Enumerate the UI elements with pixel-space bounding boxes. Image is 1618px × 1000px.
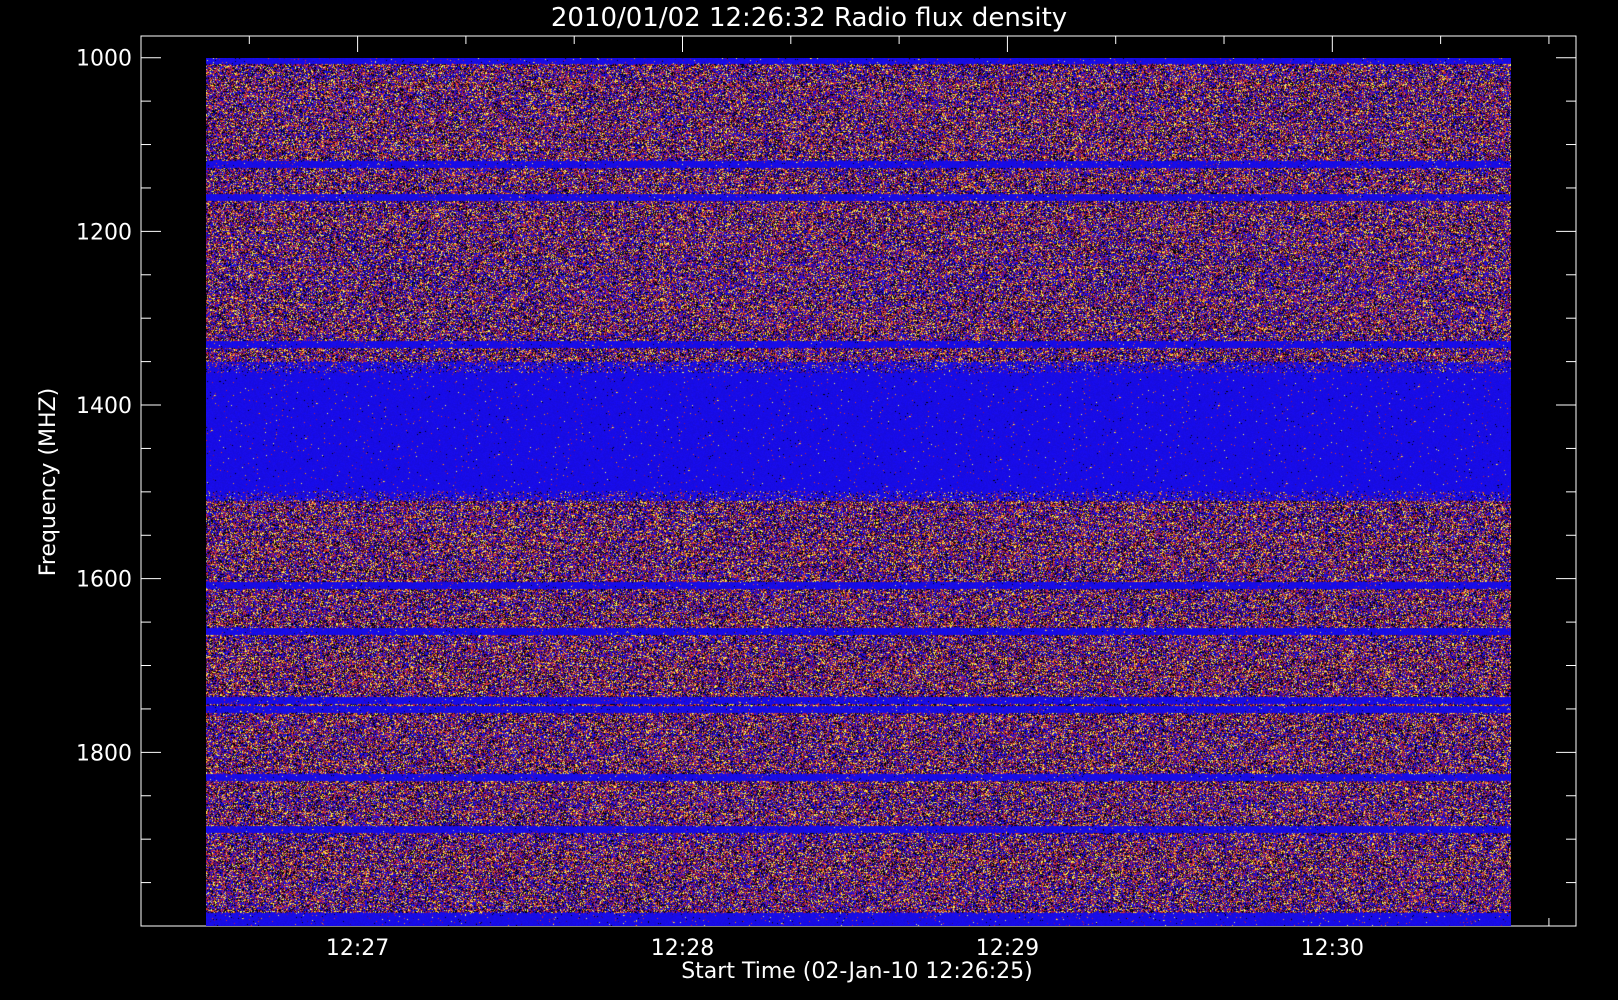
x-tick-label: 12:29 [976, 936, 1039, 961]
x-tick-label: 12:28 [651, 936, 714, 961]
x-tick-label: 12:30 [1301, 936, 1364, 961]
y-axis-label: Frequency (MHZ) [36, 388, 61, 576]
y-tick-label: 1800 [76, 741, 132, 766]
x-tick-label: 12:27 [326, 936, 389, 961]
y-tick-label: 1000 [76, 47, 132, 72]
spectrogram-heatmap [206, 58, 1511, 926]
chart-title: 2010/01/02 12:26:32 Radio flux density [551, 3, 1067, 33]
x-axis-label: Start Time (02-Jan-10 12:26:25) [681, 959, 1033, 984]
y-tick-label: 1200 [76, 220, 132, 245]
y-tick-label: 1600 [76, 568, 132, 593]
y-tick-label: 1400 [76, 394, 132, 419]
